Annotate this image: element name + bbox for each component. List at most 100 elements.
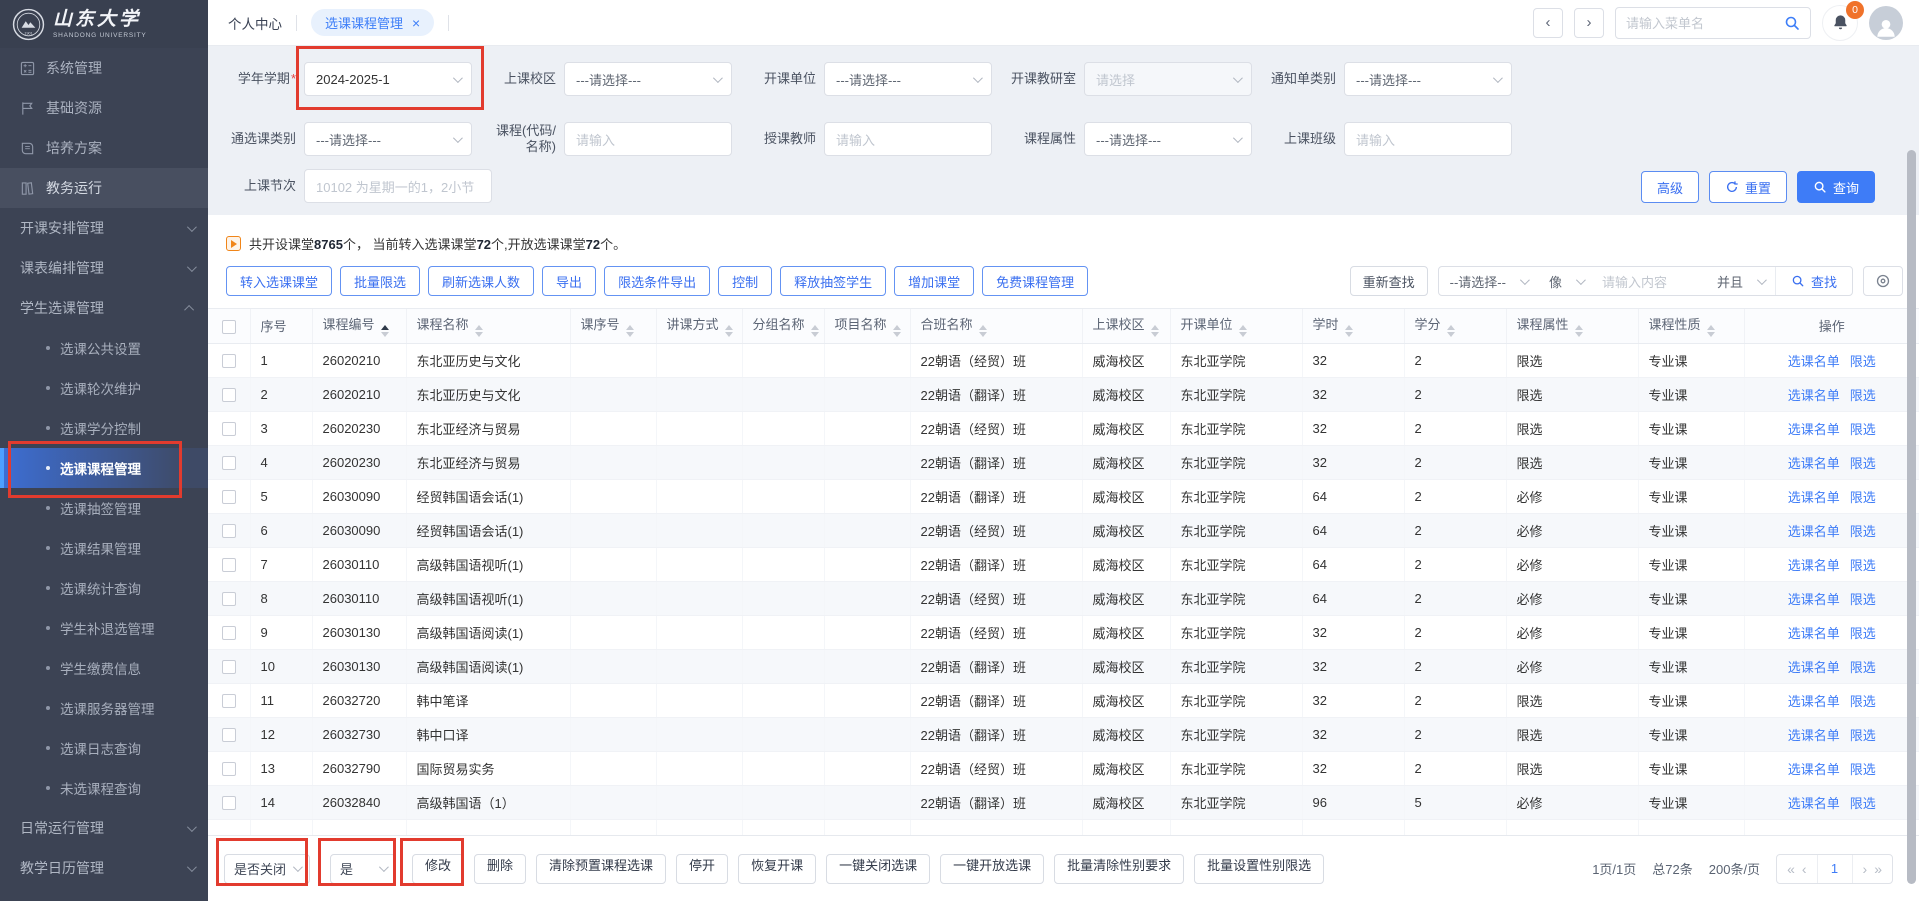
sort-icon[interactable] xyxy=(1239,325,1247,337)
filter-keyword-input[interactable]: 请输入内容 xyxy=(1594,272,1706,291)
sort-icon[interactable] xyxy=(1707,325,1715,337)
sidebar-item-selection-result-management[interactable]: 选课结果管理 xyxy=(0,528,208,568)
clear-preset-selection-button[interactable]: 清除预置课程选课 xyxy=(536,854,666,884)
sort-icon[interactable] xyxy=(626,325,634,337)
batch-set-gender-button[interactable]: 批量设置性别限选 xyxy=(1194,854,1324,884)
action-link-restrict[interactable]: 限选 xyxy=(1850,728,1876,743)
action-link-roster[interactable]: 选课名单 xyxy=(1788,762,1840,777)
column-header-combined-class[interactable]: 合班名称 xyxy=(910,309,1082,343)
action-link-roster[interactable]: 选课名单 xyxy=(1788,592,1840,607)
action-link-restrict[interactable]: 限选 xyxy=(1850,660,1876,675)
sort-icon[interactable] xyxy=(979,325,987,337)
sidebar-item-selection-statistics-query[interactable]: 选课统计查询 xyxy=(0,568,208,608)
row-checkbox[interactable] xyxy=(222,490,236,504)
sidebar-item-student-course-selection[interactable]: 学生选课管理 xyxy=(0,288,208,328)
sort-icon[interactable] xyxy=(1575,325,1583,337)
action-link-roster[interactable]: 选课名单 xyxy=(1788,524,1840,539)
sidebar-item-selection-course-management[interactable]: 选课课程管理 xyxy=(0,448,208,488)
sidebar-item-selection-lottery-management[interactable]: 选课抽签管理 xyxy=(0,488,208,528)
select-department[interactable]: ---请选择--- xyxy=(824,62,992,96)
input-class-period[interactable]: 10102 为星期一的1，2小节 xyxy=(304,169,492,203)
sort-icon[interactable] xyxy=(475,325,483,337)
sidebar-item-unselected-course-query[interactable]: 未选课程查询 xyxy=(0,768,208,808)
column-header-department[interactable]: 开课单位 xyxy=(1170,309,1302,343)
sidebar-item-selection-public-settings[interactable]: 选课公共设置 xyxy=(0,328,208,368)
input-course-code-name[interactable]: 请输入 xyxy=(564,122,732,156)
sidebar-item-daily-operation[interactable]: 日常运行管理 xyxy=(0,808,208,848)
filter-operator-select[interactable]: 像 xyxy=(1538,272,1594,291)
action-link-restrict[interactable]: 限选 xyxy=(1850,524,1876,539)
open-all-selection-button[interactable]: 一键开放选课 xyxy=(940,854,1044,884)
row-checkbox[interactable] xyxy=(222,422,236,436)
action-link-roster[interactable]: 选课名单 xyxy=(1788,354,1840,369)
column-header-credits[interactable]: 学分 xyxy=(1404,309,1506,343)
select-general-course-type[interactable]: ---请选择--- xyxy=(304,122,472,156)
column-header-hours[interactable]: 学时 xyxy=(1302,309,1404,343)
control-button[interactable]: 控制 xyxy=(718,266,772,296)
column-header-course-code[interactable]: 课程编号 xyxy=(312,309,406,343)
find-button[interactable]: 查找 xyxy=(1775,267,1852,295)
pager-first-prev[interactable]: « ‹ xyxy=(1777,855,1816,883)
reset-button[interactable]: 重置 xyxy=(1709,171,1787,203)
filter-logic-select[interactable]: 并且 xyxy=(1706,272,1775,291)
column-header-class-no[interactable]: 课序号 xyxy=(570,309,656,343)
sidebar-item-selection-server-management[interactable]: 选课服务器管理 xyxy=(0,688,208,728)
tab-course-selection-management[interactable]: 选课课程管理 × xyxy=(311,9,434,36)
column-header-course-name[interactable]: 课程名称 xyxy=(406,309,570,343)
pager-next-last[interactable]: › » xyxy=(1853,855,1892,883)
advanced-button[interactable]: 高级 xyxy=(1641,171,1699,203)
notifications-button[interactable]: 0 xyxy=(1822,5,1858,41)
sidebar-item-student-payment-info[interactable]: 学生缴费信息 xyxy=(0,648,208,688)
row-checkbox[interactable] xyxy=(222,456,236,470)
sidebar-item-teaching-calendar[interactable]: 教学日历管理 xyxy=(0,848,208,888)
close-icon[interactable]: × xyxy=(412,16,420,30)
vertical-scrollbar[interactable] xyxy=(1907,150,1916,884)
row-checkbox[interactable] xyxy=(222,796,236,810)
row-checkbox[interactable] xyxy=(222,558,236,572)
action-link-restrict[interactable]: 限选 xyxy=(1850,388,1876,403)
tab-scroll-left-button[interactable]: ‹ xyxy=(1533,8,1563,38)
delete-button[interactable]: 删除 xyxy=(474,854,526,884)
next-page-icon[interactable]: › xyxy=(1863,861,1868,877)
sort-icon[interactable] xyxy=(1345,325,1353,337)
action-link-roster[interactable]: 选课名单 xyxy=(1788,728,1840,743)
row-checkbox[interactable] xyxy=(222,354,236,368)
sort-icon[interactable] xyxy=(381,325,389,337)
resume-button[interactable]: 恢复开课 xyxy=(738,854,816,884)
filter-field-select[interactable]: --请选择-- xyxy=(1439,272,1538,291)
action-link-roster[interactable]: 选课名单 xyxy=(1788,660,1840,675)
action-link-roster[interactable]: 选课名单 xyxy=(1788,490,1840,505)
sidebar-item-student-add-drop-management[interactable]: 学生补退选管理 xyxy=(0,608,208,648)
export-button[interactable]: 导出 xyxy=(542,266,596,296)
sidebar-item-selection-log-query[interactable]: 选课日志查询 xyxy=(0,728,208,768)
select-notice-type[interactable]: ---请选择--- xyxy=(1344,62,1512,96)
action-link-roster[interactable]: 选课名单 xyxy=(1788,558,1840,573)
column-header-nature[interactable]: 课程性质 xyxy=(1638,309,1744,343)
sidebar-item-selection-round-maintenance[interactable]: 选课轮次维护 xyxy=(0,368,208,408)
row-checkbox[interactable] xyxy=(222,592,236,606)
row-checkbox[interactable] xyxy=(222,524,236,538)
action-link-restrict[interactable]: 限选 xyxy=(1850,558,1876,573)
action-link-restrict[interactable]: 限选 xyxy=(1850,354,1876,369)
select-campus[interactable]: ---请选择--- xyxy=(564,62,732,96)
action-link-restrict[interactable]: 限选 xyxy=(1850,422,1876,437)
action-link-roster[interactable]: 选课名单 xyxy=(1788,626,1840,641)
sort-icon[interactable] xyxy=(811,325,819,337)
refresh-enrollment-button[interactable]: 刷新选课人数 xyxy=(428,266,534,296)
suspend-button[interactable]: 停开 xyxy=(676,854,728,884)
select-course-attribute[interactable]: ---请选择--- xyxy=(1084,122,1252,156)
restrict-condition-export-button[interactable]: 限选条件导出 xyxy=(604,266,710,296)
close-status-select[interactable]: 是否关闭 xyxy=(224,854,310,884)
action-link-restrict[interactable]: 限选 xyxy=(1850,626,1876,641)
select-teaching-office[interactable]: 请选择 xyxy=(1084,62,1252,96)
sidebar-item-system-management[interactable]: 系统管理 xyxy=(0,48,208,88)
action-link-roster[interactable]: 选课名单 xyxy=(1788,456,1840,471)
action-link-restrict[interactable]: 限选 xyxy=(1850,490,1876,505)
action-link-restrict[interactable]: 限选 xyxy=(1850,592,1876,607)
input-class[interactable]: 请输入 xyxy=(1344,122,1512,156)
column-header-group-name[interactable]: 分组名称 xyxy=(742,309,824,343)
select-all-checkbox[interactable] xyxy=(222,320,236,334)
last-page-icon[interactable]: » xyxy=(1874,861,1882,877)
sidebar-item-timetable-management[interactable]: 课表编排管理 xyxy=(0,248,208,288)
column-header-campus[interactable]: 上课校区 xyxy=(1082,309,1170,343)
